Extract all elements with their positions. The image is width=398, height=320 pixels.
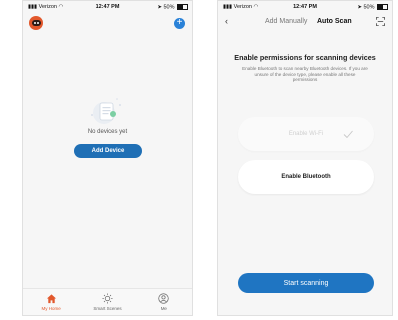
home-icon [46, 294, 56, 304]
tab-auto-scan[interactable]: Auto Scan [317, 18, 352, 25]
sun-icon [102, 293, 113, 304]
device-list-screen: ▮▮▮ Verizon ◠ 12:47 PM ➤ 50% + No device… [22, 0, 193, 316]
bottom-tab-bar: My Home Smart Scenes Me [23, 288, 192, 315]
enable-wifi-button[interactable]: Enable Wi-Fi [238, 117, 374, 151]
plus-icon[interactable]: + [174, 18, 185, 29]
page-title: Enable permissions for scanning devices [234, 53, 376, 62]
empty-state-message: No devices yet [87, 129, 128, 135]
permission-description: Enable Bluetooth to scan nearby Bluetoot… [242, 66, 368, 83]
top-nav-bar: ‹ Add Manually Auto Scan [218, 15, 392, 29]
battery-status: ➤ 50% [357, 4, 388, 10]
tab-my-home[interactable]: My Home [23, 289, 79, 315]
robot-icon[interactable] [29, 16, 43, 30]
location-arrow-icon: ➤ [357, 4, 362, 11]
battery-icon [377, 4, 388, 10]
tab-smart-scenes[interactable]: Smart Scenes [79, 289, 135, 315]
user-icon [158, 293, 169, 304]
location-arrow-icon: ➤ [157, 4, 162, 11]
auto-scan-screen: ▮▮▮ Verizon ◠ 12:47 PM ➤ 50% ‹ Add Manua… [217, 0, 393, 316]
scan-frame-icon[interactable] [376, 17, 385, 26]
enable-bluetooth-button[interactable]: Enable Bluetooth [238, 160, 374, 194]
tab-add-manually[interactable]: Add Manually [265, 18, 307, 25]
add-device-button[interactable]: Add Device [74, 144, 142, 158]
chevron-left-icon[interactable]: ‹ [225, 16, 228, 26]
start-scanning-button[interactable]: Start scanning [238, 273, 374, 293]
status-bar: ▮▮▮ Verizon ◠ 12:47 PM ➤ 50% [23, 1, 192, 13]
empty-devices-illustration-icon [91, 98, 121, 124]
checkmark-icon [343, 130, 353, 139]
battery-icon [177, 4, 188, 10]
battery-status: ➤ 50% [157, 4, 188, 10]
tab-me[interactable]: Me [136, 289, 192, 315]
status-bar: ▮▮▮ Verizon ◠ 12:47 PM ➤ 50% [218, 1, 392, 13]
